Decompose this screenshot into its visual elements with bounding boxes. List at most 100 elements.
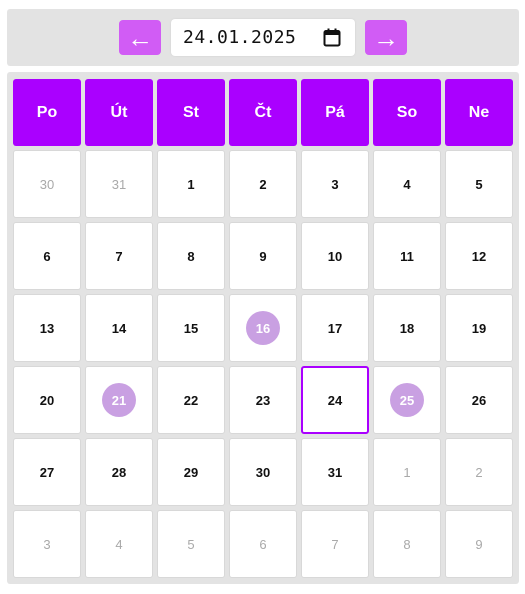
day-cell-selected[interactable]: 24 [301,366,369,434]
day-number: 4 [403,176,411,192]
calendar: Po Út St Čt Pá So Ne 30 31 1 2 3 4 5 6 7 8 9 10 11 12… [7,72,519,584]
day-cell[interactable]: 15 [157,294,225,362]
day-number: 30 [255,464,271,480]
day-number: 19 [471,320,487,336]
day-number: 2 [475,464,483,480]
day-cell-other-month[interactable]: 8 [373,510,441,578]
day-cell[interactable]: 3 [301,150,369,218]
weekday-sun: Ne [445,79,513,146]
weekday-mon: Po [13,79,81,146]
day-cell[interactable]: 2 [229,150,297,218]
day-number: 31 [327,464,343,480]
next-month-button[interactable]: → [365,20,407,55]
day-cell[interactable]: 18 [373,294,441,362]
day-cell[interactable]: 23 [229,366,297,434]
date-toolbar: ← 24.01.2025 → [7,9,519,66]
day-number: 23 [255,392,271,408]
day-cell-other-month[interactable]: 30 [13,150,81,218]
day-cell[interactable]: 10 [301,222,369,290]
day-number: 12 [471,248,487,264]
day-number: 3 [43,536,51,552]
weekday-sat: So [373,79,441,146]
day-cell[interactable]: 21 [85,366,153,434]
day-cell-other-month[interactable]: 4 [85,510,153,578]
day-cell[interactable]: 1 [157,150,225,218]
day-number: 9 [475,536,483,552]
day-number: 5 [475,176,483,192]
day-number: 20 [39,392,55,408]
day-cell[interactable]: 17 [301,294,369,362]
day-cell[interactable]: 25 [373,366,441,434]
day-cell[interactable]: 14 [85,294,153,362]
day-cell[interactable]: 13 [13,294,81,362]
day-cell[interactable]: 12 [445,222,513,290]
day-number: 24 [327,392,343,408]
day-number: 2 [259,176,267,192]
day-cell[interactable]: 30 [229,438,297,506]
day-cell[interactable]: 5 [445,150,513,218]
day-number-marked: 25 [390,383,424,417]
day-cell-other-month[interactable]: 2 [445,438,513,506]
day-cell[interactable]: 6 [13,222,81,290]
day-number: 1 [403,464,411,480]
day-cell-other-month[interactable]: 7 [301,510,369,578]
day-cell[interactable]: 8 [157,222,225,290]
day-number: 26 [471,392,487,408]
day-number: 13 [39,320,55,336]
day-cell-other-month[interactable]: 9 [445,510,513,578]
day-cell[interactable]: 20 [13,366,81,434]
day-cell[interactable]: 11 [373,222,441,290]
day-number-marked: 21 [102,383,136,417]
day-cell[interactable]: 29 [157,438,225,506]
day-number: 5 [187,536,195,552]
day-cell[interactable]: 7 [85,222,153,290]
day-cell[interactable]: 16 [229,294,297,362]
day-number: 7 [115,248,123,264]
day-number: 6 [43,248,51,264]
day-number: 9 [259,248,267,264]
day-number: 4 [115,536,123,552]
day-cell[interactable]: 26 [445,366,513,434]
weekday-thu: Čt [229,79,297,146]
day-number: 28 [111,464,127,480]
day-number: 31 [111,176,127,192]
day-number: 17 [327,320,343,336]
day-number: 3 [331,176,339,192]
day-cell-other-month[interactable]: 31 [85,150,153,218]
day-cell[interactable]: 31 [301,438,369,506]
day-cell[interactable]: 19 [445,294,513,362]
day-number: 6 [259,536,267,552]
day-cell-other-month[interactable]: 3 [13,510,81,578]
day-cell-other-month[interactable]: 1 [373,438,441,506]
day-cell[interactable]: 27 [13,438,81,506]
day-number-marked: 16 [246,311,280,345]
weekday-tue: Út [85,79,153,146]
day-number: 15 [183,320,199,336]
day-number: 27 [39,464,55,480]
day-cell-other-month[interactable]: 5 [157,510,225,578]
day-number: 11 [400,248,414,264]
prev-month-button[interactable]: ← [119,20,161,55]
weekday-wed: St [157,79,225,146]
day-number: 18 [399,320,415,336]
day-cell[interactable]: 22 [157,366,225,434]
weekday-fri: Pá [301,79,369,146]
day-cell[interactable]: 28 [85,438,153,506]
day-number: 14 [111,320,127,336]
day-number: 8 [187,248,195,264]
day-number: 7 [331,536,339,552]
day-cell-other-month[interactable]: 6 [229,510,297,578]
day-number: 1 [187,176,195,192]
calendar-icon[interactable] [323,28,341,47]
date-input[interactable]: 24.01.2025 [171,19,355,56]
day-cell[interactable]: 9 [229,222,297,290]
day-number: 22 [183,392,199,408]
date-input-value: 24.01.2025 [183,27,297,48]
day-number: 10 [327,248,343,264]
day-number: 8 [403,536,411,552]
day-number: 29 [183,464,199,480]
arrow-left-icon: ← [127,22,153,53]
arrow-right-icon: → [373,22,399,53]
day-cell[interactable]: 4 [373,150,441,218]
day-number: 30 [39,176,55,192]
